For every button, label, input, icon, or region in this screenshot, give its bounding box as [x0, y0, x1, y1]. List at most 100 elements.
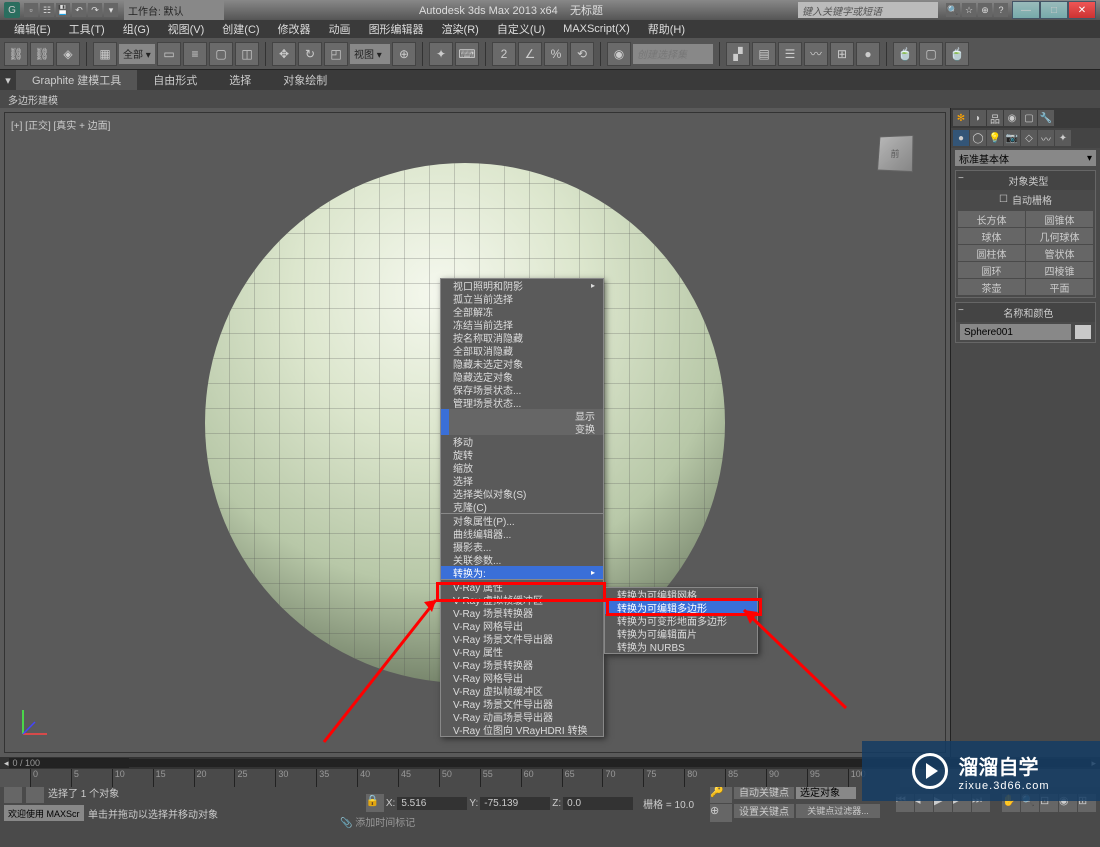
snap-pct-icon[interactable]: % [544, 42, 568, 66]
select-region-icon[interactable]: ▢ [209, 42, 233, 66]
key-icon[interactable]: 🔑 [710, 785, 732, 803]
viewcube[interactable]: 前 [865, 123, 925, 183]
ribbon-freeform[interactable]: 自由形式 [137, 70, 213, 90]
dropdown-icon[interactable]: ▾ [104, 3, 118, 17]
render-setup-icon[interactable]: 🍵 [893, 42, 917, 66]
utilities-tab-icon[interactable]: 🔧 [1038, 110, 1054, 126]
menu-customize[interactable]: 自定义(U) [489, 20, 553, 38]
cylinder-button[interactable]: 圆柱体 [958, 245, 1025, 261]
plane-button[interactable]: 平面 [1026, 279, 1093, 295]
time-tag-hint[interactable]: 📎 添加时间标记 [340, 814, 415, 829]
maximize-button[interactable]: □ [1040, 1, 1068, 19]
frame-slider[interactable]: 0 / 100 [9, 758, 129, 768]
object-name-input[interactable]: Sphere001 [960, 324, 1071, 340]
menu-tools[interactable]: 工具(T) [61, 20, 113, 38]
comm-icon[interactable]: ☆ [962, 3, 976, 17]
select-filter-dropdown[interactable]: 全部 ▾ [119, 44, 155, 64]
menu-view[interactable]: 视图(V) [160, 20, 213, 38]
script-mini-1[interactable] [4, 785, 22, 803]
select-name-icon[interactable]: ≡ [183, 42, 207, 66]
close-button[interactable]: ✕ [1068, 1, 1096, 19]
layers-icon[interactable]: ☰ [778, 42, 802, 66]
hierarchy-tab-icon[interactable]: 品 [987, 110, 1003, 126]
align-icon[interactable]: ▤ [752, 42, 776, 66]
menu-modifiers[interactable]: 修改器 [270, 20, 319, 38]
ribbon-paint[interactable]: 对象绘制 [267, 70, 343, 90]
help-icon[interactable]: ? [994, 3, 1008, 17]
menu-group[interactable]: 组(G) [115, 20, 158, 38]
menu-render[interactable]: 渲染(R) [434, 20, 487, 38]
fav-icon[interactable]: ⊕ [978, 3, 992, 17]
ctx-vray-11[interactable]: V-Ray 位图向 VRayHDRI 转换 [441, 723, 603, 736]
sphere-button[interactable]: 球体 [958, 228, 1025, 244]
render-icon[interactable]: 🍵 [945, 42, 969, 66]
save-icon[interactable]: 💾 [56, 3, 70, 17]
name-color-title[interactable]: −名称和颜色 [956, 303, 1095, 322]
workspace-dropdown[interactable]: 工作台: 默认 [124, 0, 224, 20]
cameras-icon[interactable]: 📷 [1004, 130, 1020, 146]
menu-help[interactable]: 帮助(H) [640, 20, 693, 38]
z-coord-input[interactable]: 0.0 [563, 797, 633, 810]
open-icon[interactable]: ☷ [40, 3, 54, 17]
shapes-icon[interactable]: ◯ [970, 130, 986, 146]
help-search-input[interactable]: 键入关键字或短语 [798, 2, 938, 18]
curve-editor-icon[interactable]: 〰 [804, 42, 828, 66]
render-frame-icon[interactable]: ▢ [919, 42, 943, 66]
display-tab-icon[interactable]: ▢ [1021, 110, 1037, 126]
keyfilter-button[interactable]: 关键点过滤器... [796, 804, 880, 818]
tube-button[interactable]: 管状体 [1026, 245, 1093, 261]
object-color-swatch[interactable] [1075, 325, 1091, 339]
select-filter-icon[interactable]: ▦ [93, 42, 117, 66]
named-sel-icon[interactable]: ◉ [607, 42, 631, 66]
window-crossing-icon[interactable]: ◫ [235, 42, 259, 66]
keyboard-icon[interactable]: ⌨ [455, 42, 479, 66]
scale-icon[interactable]: ◰ [324, 42, 348, 66]
pivot-icon[interactable]: ⊕ [392, 42, 416, 66]
ribbon-select[interactable]: 选择 [213, 70, 267, 90]
create-tab-icon[interactable]: ✻ [953, 110, 969, 126]
bind-icon[interactable]: ◈ [56, 42, 80, 66]
cone-button[interactable]: 圆锥体 [1026, 211, 1093, 227]
viewcube-face[interactable]: 前 [877, 135, 913, 172]
lights-icon[interactable]: 💡 [987, 130, 1003, 146]
setkey-button[interactable]: 设置关键点 [734, 804, 794, 818]
viewport-label[interactable]: [+] [正交] [真实 + 边面] [11, 117, 110, 132]
geometry-icon[interactable]: ● [953, 130, 969, 146]
menu-animation[interactable]: 动画 [321, 20, 359, 38]
minimize-button[interactable]: — [1012, 1, 1040, 19]
move-icon[interactable]: ✥ [272, 42, 296, 66]
app-icon[interactable]: G [4, 2, 20, 18]
autogrid-check[interactable]: ☐ 自动栅格 [956, 190, 1095, 209]
modify-tab-icon[interactable]: ◗ [970, 110, 986, 126]
named-sel-dropdown[interactable]: 创建选择集 [633, 44, 713, 64]
menu-edit[interactable]: 编辑(E) [6, 20, 59, 38]
x-coord-input[interactable]: 5.516 [397, 797, 467, 810]
spacewarps-icon[interactable]: 〰 [1038, 130, 1054, 146]
ctx-clone[interactable]: 克隆(C) [441, 500, 603, 513]
schematic-icon[interactable]: ⊞ [830, 42, 854, 66]
new-icon[interactable]: ▫ [24, 3, 38, 17]
rotate-icon[interactable]: ↻ [298, 42, 322, 66]
link-icon[interactable]: ⛓ [4, 42, 28, 66]
unlink-icon[interactable]: ⛓ [30, 42, 54, 66]
box-button[interactable]: 长方体 [958, 211, 1025, 227]
ribbon-graphite[interactable]: Graphite 建模工具 [16, 70, 137, 90]
script-mini-2[interactable] [26, 785, 44, 803]
menu-maxscript[interactable]: MAXScript(X) [555, 22, 638, 36]
manip-icon[interactable]: ✦ [429, 42, 453, 66]
material-icon[interactable]: ● [856, 42, 880, 66]
select-icon[interactable]: ▭ [157, 42, 181, 66]
snap2d-icon[interactable]: 2 [492, 42, 516, 66]
menu-create[interactable]: 创建(C) [214, 20, 267, 38]
y-coord-input[interactable]: -75.139 [480, 797, 550, 810]
primitive-category-dropdown[interactable]: 标准基本体▾ [955, 150, 1096, 166]
menu-graph[interactable]: 图形编辑器 [361, 20, 432, 38]
setkey-icon[interactable]: ⊕ [710, 804, 732, 822]
ctx-convert-to[interactable]: 转换为:▸ [441, 566, 603, 579]
systems-icon[interactable]: ✦ [1055, 130, 1071, 146]
binoculars-icon[interactable]: 🔍 [946, 3, 960, 17]
object-type-title[interactable]: −对象类型 [956, 171, 1095, 190]
redo-icon[interactable]: ↷ [88, 3, 102, 17]
ribbon-subtab[interactable]: 多边形建模 [0, 90, 1100, 108]
undo-icon[interactable]: ↶ [72, 3, 86, 17]
